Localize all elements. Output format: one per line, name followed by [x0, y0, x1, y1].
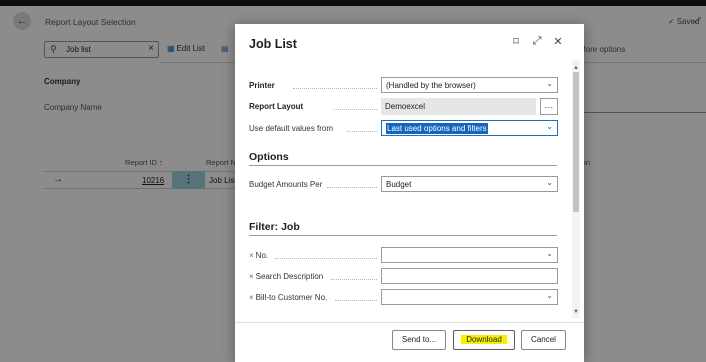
budget-amounts-per-select[interactable]: Budget ⌄	[381, 176, 558, 192]
budget-amounts-per-label: Budget Amounts Per	[249, 180, 323, 189]
chevron-down-icon: ⌄	[546, 79, 553, 88]
filter-search-description-input[interactable]	[381, 268, 558, 284]
bookmark-icon[interactable]: ⌑	[510, 35, 522, 48]
filter-no-select[interactable]: ⌄	[381, 247, 558, 263]
printer-value: (Handled by the browser)	[386, 81, 476, 90]
options-section-title: Options	[249, 151, 289, 163]
filter-bill-to-select[interactable]: ⌄	[381, 289, 558, 305]
filter-bill-to-label[interactable]: × Bill-to Customer No.	[249, 293, 327, 302]
dialog-controls: ⌑ ⤢ ✕	[510, 35, 564, 48]
report-layout-field: Demoexcel	[381, 98, 536, 115]
chevron-down-icon: ⌄	[546, 249, 553, 258]
job-list-dialog: Job List ⌑ ⤢ ✕ ▲ ▼ Printer (Handled by t…	[235, 24, 584, 362]
filter-no-label[interactable]: × No.	[249, 251, 268, 260]
chevron-down-icon: ⌄	[546, 291, 553, 300]
footer-divider	[235, 322, 584, 323]
use-default-value: Last used options and filters	[386, 123, 488, 134]
filter-search-description-label[interactable]: × Search Description	[249, 272, 323, 281]
remove-filter-icon[interactable]: ×	[249, 272, 254, 281]
scrollbar-thumb[interactable]	[573, 72, 579, 212]
filter-bill-to-text: Bill-to Customer No.	[255, 293, 328, 302]
scroll-up-icon[interactable]: ▲	[573, 65, 579, 71]
filter-section-title: Filter: Job	[249, 221, 300, 233]
leader-dots	[331, 279, 377, 280]
leader-dots	[347, 131, 377, 132]
leader-dots	[293, 88, 377, 89]
budget-amounts-per-value: Budget	[386, 180, 412, 189]
cancel-button[interactable]: Cancel	[521, 330, 566, 350]
printer-select[interactable]: (Handled by the browser) ⌄	[381, 77, 558, 93]
download-button[interactable]: Download	[453, 330, 515, 350]
chevron-down-icon: ⌄	[546, 122, 553, 131]
report-layout-value: Demoexcel	[385, 102, 426, 111]
use-default-label: Use default values from	[249, 124, 334, 133]
report-layout-label: Report Layout	[249, 102, 304, 111]
filter-search-description-text: Search Description	[255, 272, 324, 281]
leader-dots	[334, 109, 377, 110]
scroll-down-icon[interactable]: ▼	[573, 309, 579, 315]
dialog-title: Job List	[249, 37, 297, 51]
use-default-select[interactable]: Last used options and filters ⌄	[381, 120, 558, 136]
filter-no-text: No.	[255, 251, 269, 260]
section-divider	[249, 165, 557, 166]
remove-filter-icon[interactable]: ×	[249, 293, 254, 302]
leader-dots	[335, 300, 377, 301]
chevron-down-icon: ⌄	[546, 178, 553, 187]
printer-label: Printer	[249, 81, 275, 90]
download-label: Download	[461, 335, 507, 344]
expand-icon[interactable]: ⤢	[531, 35, 543, 48]
remove-filter-icon[interactable]: ×	[249, 251, 254, 260]
close-icon[interactable]: ✕	[552, 35, 564, 48]
report-layout-lookup-button[interactable]: …	[540, 98, 558, 115]
leader-dots	[275, 258, 377, 259]
section-divider	[249, 235, 557, 236]
send-to-button[interactable]: Send to...	[392, 330, 446, 350]
leader-dots	[327, 187, 377, 188]
